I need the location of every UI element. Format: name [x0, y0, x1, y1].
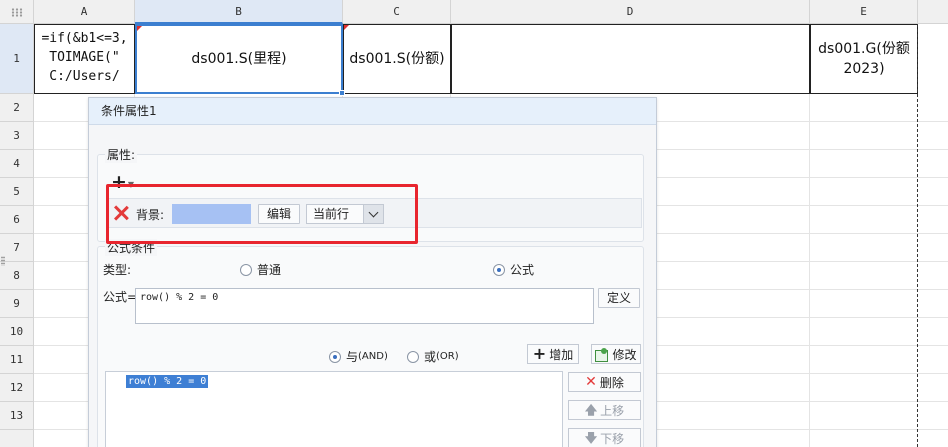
row-header-7[interactable]: 7 — [0, 234, 34, 262]
column-header-b[interactable]: B — [135, 0, 343, 24]
select-all-corner[interactable] — [0, 0, 34, 24]
move-down-label: 下移 — [600, 431, 625, 446]
cell-b1-text: ds001.S(里程) — [191, 51, 287, 67]
cell-a1[interactable]: =if(&b1<=3, TOIMAGE(" C:/Users/ — [34, 24, 135, 94]
column-header-f[interactable] — [918, 0, 948, 24]
annotation-highlight-box — [106, 184, 418, 244]
row-header-8[interactable]: 8 — [0, 262, 34, 290]
column-header-e[interactable]: E — [810, 0, 918, 24]
radio-unchecked-icon — [240, 263, 252, 276]
cell-b1[interactable]: ds001.S(里程) — [135, 24, 343, 94]
row-header-14[interactable] — [0, 430, 34, 447]
row-header-1[interactable]: 1 — [0, 24, 34, 94]
move-up-label: 上移 — [600, 403, 625, 418]
radio-type-normal-label: 普通 — [257, 263, 282, 277]
edit-icon — [595, 347, 609, 362]
radio-type-normal[interactable]: 普通 — [240, 261, 281, 278]
comment-marker-icon — [137, 26, 142, 31]
delete-label: 删除 — [599, 375, 624, 390]
row-header-11[interactable]: 11 — [0, 346, 34, 374]
add-condition-button[interactable]: + 增加 — [527, 344, 579, 364]
row-header-12[interactable]: 12 — [0, 374, 34, 402]
type-label: 类型: — [103, 263, 132, 277]
row-header-3[interactable]: 3 — [0, 122, 34, 150]
radio-checked-icon — [493, 263, 505, 276]
cell-d1[interactable] — [451, 24, 810, 94]
drag-handle-icon[interactable] — [1, 256, 5, 266]
radio-and[interactable]: 与 (AND) — [329, 348, 388, 365]
condition-list[interactable]: row() % 2 = 0 — [105, 371, 563, 447]
column-header-d[interactable]: D — [451, 0, 810, 24]
move-up-button[interactable]: 🡅 上移 — [568, 400, 641, 420]
cell-c1-text: ds001.S(份额) — [349, 51, 445, 67]
row-header-2[interactable]: 2 — [0, 94, 34, 122]
column-header-a[interactable]: A — [34, 0, 135, 24]
radio-checked-icon — [329, 350, 341, 363]
modify-condition-button[interactable]: 修改 — [591, 344, 641, 364]
radio-unchecked-icon — [407, 350, 419, 363]
cell-d1-text — [452, 25, 809, 93]
condition-list-item[interactable]: row() % 2 = 0 — [126, 375, 209, 388]
cell-e1[interactable]: ds001.G(份额2023) — [810, 24, 918, 94]
radio-and-label: 与 — [346, 350, 359, 364]
plus-icon: + — [532, 344, 547, 363]
row-header-13[interactable]: 13 — [0, 402, 34, 430]
row-header-9[interactable]: 9 — [0, 290, 34, 318]
modify-condition-label: 修改 — [612, 347, 637, 362]
close-icon: ✕ — [585, 374, 597, 390]
row-header-6[interactable]: 6 — [0, 206, 34, 234]
cell-e1-text: ds001.G(份额2023) — [818, 41, 910, 77]
grid-icon — [11, 8, 23, 17]
radio-type-formula-label: 公式 — [510, 263, 535, 277]
row-header-4[interactable]: 4 — [0, 150, 34, 178]
row-header-5[interactable]: 5 — [0, 178, 34, 206]
move-down-button[interactable]: 🡇 下移 — [568, 428, 641, 447]
comment-marker-icon — [344, 25, 349, 30]
formula-input[interactable]: row() % 2 = 0 — [135, 288, 594, 324]
arrow-up-icon: 🡅 — [584, 403, 598, 417]
radio-or-label: 或 — [424, 350, 437, 364]
add-condition-label: 增加 — [549, 347, 574, 362]
radio-or-suffix: (OR) — [436, 351, 459, 362]
fill-handle[interactable] — [339, 90, 345, 96]
formula-label: 公式= — [103, 290, 138, 304]
cell-c1[interactable]: ds001.S(份额) — [343, 24, 451, 94]
define-button[interactable]: 定义 — [598, 288, 640, 308]
delete-button[interactable]: ✕ 删除 — [568, 372, 641, 392]
row-header-10[interactable]: 10 — [0, 318, 34, 346]
radio-and-suffix: (AND) — [358, 351, 388, 362]
condition-attribute-dialog: 条件属性1 属性: + ▼ 背景: 编辑 当前行 公式条件 类型: 普通 公式 … — [88, 97, 657, 447]
attributes-group-label: 属性: — [105, 146, 138, 163]
page-break-line — [917, 24, 918, 447]
radio-or[interactable]: 或 (OR) — [407, 348, 459, 365]
arrow-down-icon: 🡇 — [584, 431, 598, 445]
dialog-title[interactable]: 条件属性1 — [89, 98, 656, 125]
radio-type-formula[interactable]: 公式 — [493, 261, 534, 278]
column-header-c[interactable]: C — [343, 0, 451, 24]
